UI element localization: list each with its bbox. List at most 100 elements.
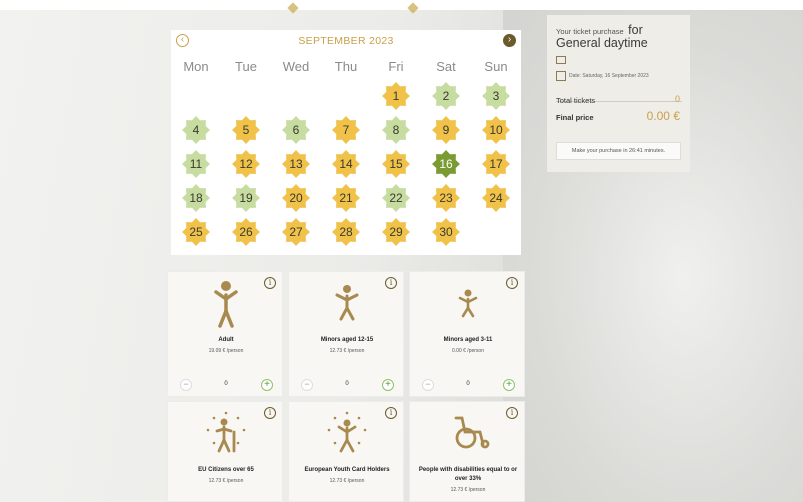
ticket-name: Minors aged 3-11 <box>443 337 493 343</box>
calendar-day[interactable]: 28 <box>332 218 360 246</box>
calendar-day[interactable]: 22 <box>382 184 410 212</box>
ticket-price: 12.73 € /person <box>329 348 365 354</box>
calendar-day-number: 13 <box>289 157 303 171</box>
calendar-header: ‹ SEPTEMBER 2023 › <box>171 30 521 52</box>
calendar-day-number: 4 <box>192 123 200 137</box>
calendar-day[interactable]: 14 <box>332 150 360 178</box>
calendar-day[interactable]: 17 <box>482 150 510 178</box>
weekday-header: Fri <box>388 59 404 74</box>
calendar-icon <box>556 71 566 81</box>
calendar-day[interactable]: 19 <box>232 184 260 212</box>
senior-eu-icon <box>206 411 246 453</box>
calendar-day[interactable]: 10 <box>482 116 510 144</box>
ticket-name: European Youth Card Holders <box>304 467 390 473</box>
purchase-summary: Your ticket purchase for General daytime… <box>547 15 690 172</box>
calendar-day-number: 7 <box>342 123 350 137</box>
weekday-header: Sun <box>484 59 508 74</box>
ticket-name: People with disabilities equal to or ove… <box>418 467 518 482</box>
calendar-day-number: 14 <box>339 157 353 171</box>
purchase-timer-button[interactable]: Make your purchase in 26:41 minutes. <box>556 142 681 160</box>
chevron-right-icon[interactable]: › <box>503 34 516 47</box>
child-person-icon <box>458 289 478 318</box>
calendar-day[interactable]: 20 <box>282 184 310 212</box>
ticket-price: 12.73 € /person <box>208 478 244 484</box>
calendar-day[interactable]: 21 <box>332 184 360 212</box>
ticket-name: EU Citizens over 65 <box>198 467 254 473</box>
ticket-name: Minors aged 12-15 <box>320 337 374 343</box>
increase-button[interactable]: + <box>503 379 515 391</box>
calendar-day-number: 1 <box>392 89 400 103</box>
calendar-day-number: 26 <box>239 225 253 239</box>
calendar-day[interactable]: 2 <box>432 82 460 110</box>
calendar-day-number: 12 <box>239 157 253 171</box>
calendar-day[interactable]: 27 <box>282 218 310 246</box>
calendar-day[interactable]: 8 <box>382 116 410 144</box>
weekday-header: Mon <box>183 59 209 74</box>
calendar-day[interactable]: 6 <box>282 116 310 144</box>
ticket-card-minors-3-11: i Minors aged 3-11 0.00 € /person − 0 + <box>409 271 525 397</box>
calendar-day[interactable]: 30 <box>432 218 460 246</box>
final-price-value: 0.00 € <box>646 109 680 123</box>
calendar-day-number: 9 <box>442 123 450 137</box>
calendar-day-number: 21 <box>339 191 353 205</box>
final-price-label: Final price <box>556 113 594 122</box>
adult-person-icon <box>214 281 238 328</box>
calendar-day[interactable]: 11 <box>182 150 210 178</box>
calendar-day-number: 2 <box>442 89 450 103</box>
ticket-price: 0.00 € /person <box>452 348 484 354</box>
date-calendar: ‹ SEPTEMBER 2023 › Mon Tue Wed Thu Fri Sat Sun… <box>171 30 521 255</box>
weekday-header: Wed <box>282 59 310 74</box>
calendar-day[interactable]: 16 <box>432 150 460 178</box>
calendar-day-number: 19 <box>239 191 253 205</box>
wheelchair-icon <box>454 416 490 449</box>
increase-button[interactable]: + <box>261 379 273 391</box>
calendar-day-number: 8 <box>392 123 400 137</box>
calendar-day[interactable]: 24 <box>482 184 510 212</box>
summary-title-small: Your ticket purchase <box>556 27 624 36</box>
calendar-day[interactable]: 23 <box>432 184 460 212</box>
summary-title: Your ticket purchase for General daytime <box>556 23 686 50</box>
calendar-day-number: 11 <box>189 157 203 171</box>
calendar-day-number: 23 <box>439 191 453 205</box>
weekday-header: Sat <box>436 59 456 74</box>
calendar-day-number: 3 <box>492 89 500 103</box>
calendar-day[interactable]: 18 <box>182 184 210 212</box>
calendar-day-number: 30 <box>439 225 453 239</box>
calendar-day-number: 17 <box>489 157 503 171</box>
calendar-day[interactable]: 3 <box>482 82 510 110</box>
total-tickets-label: Total tickets <box>556 96 596 105</box>
calendar-day-number: 16 <box>439 157 453 171</box>
calendar-day[interactable]: 26 <box>232 218 260 246</box>
calendar-day-number: 25 <box>189 225 203 239</box>
calendar-day[interactable]: 15 <box>382 150 410 178</box>
calendar-day-number: 27 <box>289 225 303 239</box>
calendar-day[interactable]: 5 <box>232 116 260 144</box>
calendar-day[interactable]: 12 <box>232 150 260 178</box>
calendar-day-number: 22 <box>389 191 403 205</box>
calendar-day-number: 18 <box>189 191 203 205</box>
calendar-day[interactable]: 25 <box>182 218 210 246</box>
calendar-day-number: 5 <box>242 123 250 137</box>
calendar-month-label: SEPTEMBER 2023 <box>298 35 394 47</box>
calendar-day[interactable]: 7 <box>332 116 360 144</box>
ticket-price: 12.73 € /person <box>450 487 486 493</box>
envelope-icon <box>556 56 566 64</box>
total-tickets-value: 0 <box>674 94 680 104</box>
calendar-day[interactable]: 29 <box>382 218 410 246</box>
summary-title-for: for <box>628 23 643 37</box>
calendar-day-number: 20 <box>289 191 303 205</box>
ticket-price: 19.09 € /person <box>208 348 244 354</box>
calendar-day[interactable]: 13 <box>282 150 310 178</box>
calendar-day-number: 6 <box>292 123 300 137</box>
calendar-day[interactable]: 9 <box>432 116 460 144</box>
increase-button[interactable]: + <box>382 379 394 391</box>
calendar-day[interactable]: 1 <box>382 82 410 110</box>
weekday-header: Tue <box>235 59 257 74</box>
calendar-day-number: 29 <box>389 225 403 239</box>
calendar-day-number: 24 <box>489 191 503 205</box>
ticket-name: Adult <box>218 337 234 343</box>
ticket-card-eu-65: i EU Citizens over 65 12.73 € /person <box>167 401 283 502</box>
youth-card-icon <box>327 411 367 453</box>
calendar-day[interactable]: 4 <box>182 116 210 144</box>
summary-title-ticket-type: General daytime <box>556 36 648 50</box>
